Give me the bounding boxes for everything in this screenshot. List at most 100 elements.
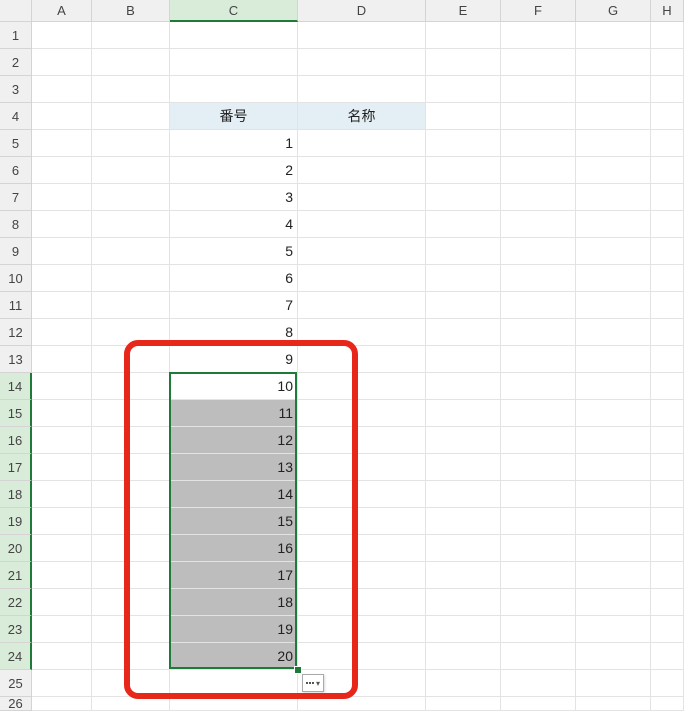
cell-H14[interactable] xyxy=(651,373,684,400)
cell-B6[interactable] xyxy=(92,157,170,184)
cell-H4[interactable] xyxy=(651,103,684,130)
cell-C2[interactable] xyxy=(170,49,298,76)
cell-H17[interactable] xyxy=(651,454,684,481)
cell-A14[interactable] xyxy=(32,373,92,400)
cell-F1[interactable] xyxy=(501,22,576,49)
cell-G9[interactable] xyxy=(576,238,651,265)
row-header-19[interactable]: 19 xyxy=(0,508,32,535)
cell-A19[interactable] xyxy=(32,508,92,535)
row-header-22[interactable]: 22 xyxy=(0,589,32,616)
cell-D5[interactable] xyxy=(298,130,426,157)
cell-G19[interactable] xyxy=(576,508,651,535)
cell-E9[interactable] xyxy=(426,238,501,265)
cell-F4[interactable] xyxy=(501,103,576,130)
cell-E17[interactable] xyxy=(426,454,501,481)
row-header-5[interactable]: 5 xyxy=(0,130,32,157)
cell-E1[interactable] xyxy=(426,22,501,49)
cell-D10[interactable] xyxy=(298,265,426,292)
cell-D8[interactable] xyxy=(298,211,426,238)
cell-F11[interactable] xyxy=(501,292,576,319)
cell-H21[interactable] xyxy=(651,562,684,589)
cell-F8[interactable] xyxy=(501,211,576,238)
cell-G15[interactable] xyxy=(576,400,651,427)
cell-F3[interactable] xyxy=(501,76,576,103)
cell-A13[interactable] xyxy=(32,346,92,373)
cell-C4[interactable]: 番号 xyxy=(170,103,298,130)
cell-A4[interactable] xyxy=(32,103,92,130)
cell-D18[interactable] xyxy=(298,481,426,508)
cell-E23[interactable] xyxy=(426,616,501,643)
cell-A18[interactable] xyxy=(32,481,92,508)
row-header-13[interactable]: 13 xyxy=(0,346,32,373)
cell-B8[interactable] xyxy=(92,211,170,238)
cell-D16[interactable] xyxy=(298,427,426,454)
cell-H9[interactable] xyxy=(651,238,684,265)
cell-G17[interactable] xyxy=(576,454,651,481)
cell-D26[interactable] xyxy=(298,697,426,711)
cell-B17[interactable] xyxy=(92,454,170,481)
cell-G12[interactable] xyxy=(576,319,651,346)
cell-H24[interactable] xyxy=(651,643,684,670)
cell-C25[interactable] xyxy=(170,670,298,697)
cell-C16[interactable]: 12 xyxy=(170,427,298,454)
cell-F21[interactable] xyxy=(501,562,576,589)
cell-B10[interactable] xyxy=(92,265,170,292)
cell-C12[interactable]: 8 xyxy=(170,319,298,346)
cell-B7[interactable] xyxy=(92,184,170,211)
cell-D9[interactable] xyxy=(298,238,426,265)
cell-F15[interactable] xyxy=(501,400,576,427)
cell-E7[interactable] xyxy=(426,184,501,211)
cell-A22[interactable] xyxy=(32,589,92,616)
cell-E6[interactable] xyxy=(426,157,501,184)
cell-E18[interactable] xyxy=(426,481,501,508)
cell-B16[interactable] xyxy=(92,427,170,454)
cell-E2[interactable] xyxy=(426,49,501,76)
cell-C5[interactable]: 1 xyxy=(170,130,298,157)
cell-G3[interactable] xyxy=(576,76,651,103)
row-header-14[interactable]: 14 xyxy=(0,373,32,400)
cell-F24[interactable] xyxy=(501,643,576,670)
cell-C17[interactable]: 13 xyxy=(170,454,298,481)
fill-handle[interactable] xyxy=(294,666,302,674)
cell-C1[interactable] xyxy=(170,22,298,49)
cell-D15[interactable] xyxy=(298,400,426,427)
cell-C20[interactable]: 16 xyxy=(170,535,298,562)
cell-F18[interactable] xyxy=(501,481,576,508)
cell-D2[interactable] xyxy=(298,49,426,76)
cell-E21[interactable] xyxy=(426,562,501,589)
row-header-3[interactable]: 3 xyxy=(0,76,32,103)
cell-B1[interactable] xyxy=(92,22,170,49)
cell-B14[interactable] xyxy=(92,373,170,400)
cell-A15[interactable] xyxy=(32,400,92,427)
cell-B15[interactable] xyxy=(92,400,170,427)
cell-E24[interactable] xyxy=(426,643,501,670)
column-header-E[interactable]: E xyxy=(426,0,501,22)
cell-E20[interactable] xyxy=(426,535,501,562)
column-header-A[interactable]: A xyxy=(32,0,92,22)
row-header-7[interactable]: 7 xyxy=(0,184,32,211)
row-header-23[interactable]: 23 xyxy=(0,616,32,643)
row-header-17[interactable]: 17 xyxy=(0,454,32,481)
cell-B19[interactable] xyxy=(92,508,170,535)
cell-B13[interactable] xyxy=(92,346,170,373)
cell-C8[interactable]: 4 xyxy=(170,211,298,238)
row-header-16[interactable]: 16 xyxy=(0,427,32,454)
cell-E3[interactable] xyxy=(426,76,501,103)
cell-F22[interactable] xyxy=(501,589,576,616)
cell-G24[interactable] xyxy=(576,643,651,670)
cell-G16[interactable] xyxy=(576,427,651,454)
cell-A26[interactable] xyxy=(32,697,92,711)
cell-G6[interactable] xyxy=(576,157,651,184)
cell-G14[interactable] xyxy=(576,373,651,400)
cell-E26[interactable] xyxy=(426,697,501,711)
cell-B22[interactable] xyxy=(92,589,170,616)
cell-B5[interactable] xyxy=(92,130,170,157)
cell-C10[interactable]: 6 xyxy=(170,265,298,292)
cell-C6[interactable]: 2 xyxy=(170,157,298,184)
cell-G25[interactable] xyxy=(576,670,651,697)
cell-A10[interactable] xyxy=(32,265,92,292)
row-header-12[interactable]: 12 xyxy=(0,319,32,346)
select-all-corner[interactable] xyxy=(0,0,32,22)
cell-F25[interactable] xyxy=(501,670,576,697)
cell-A16[interactable] xyxy=(32,427,92,454)
